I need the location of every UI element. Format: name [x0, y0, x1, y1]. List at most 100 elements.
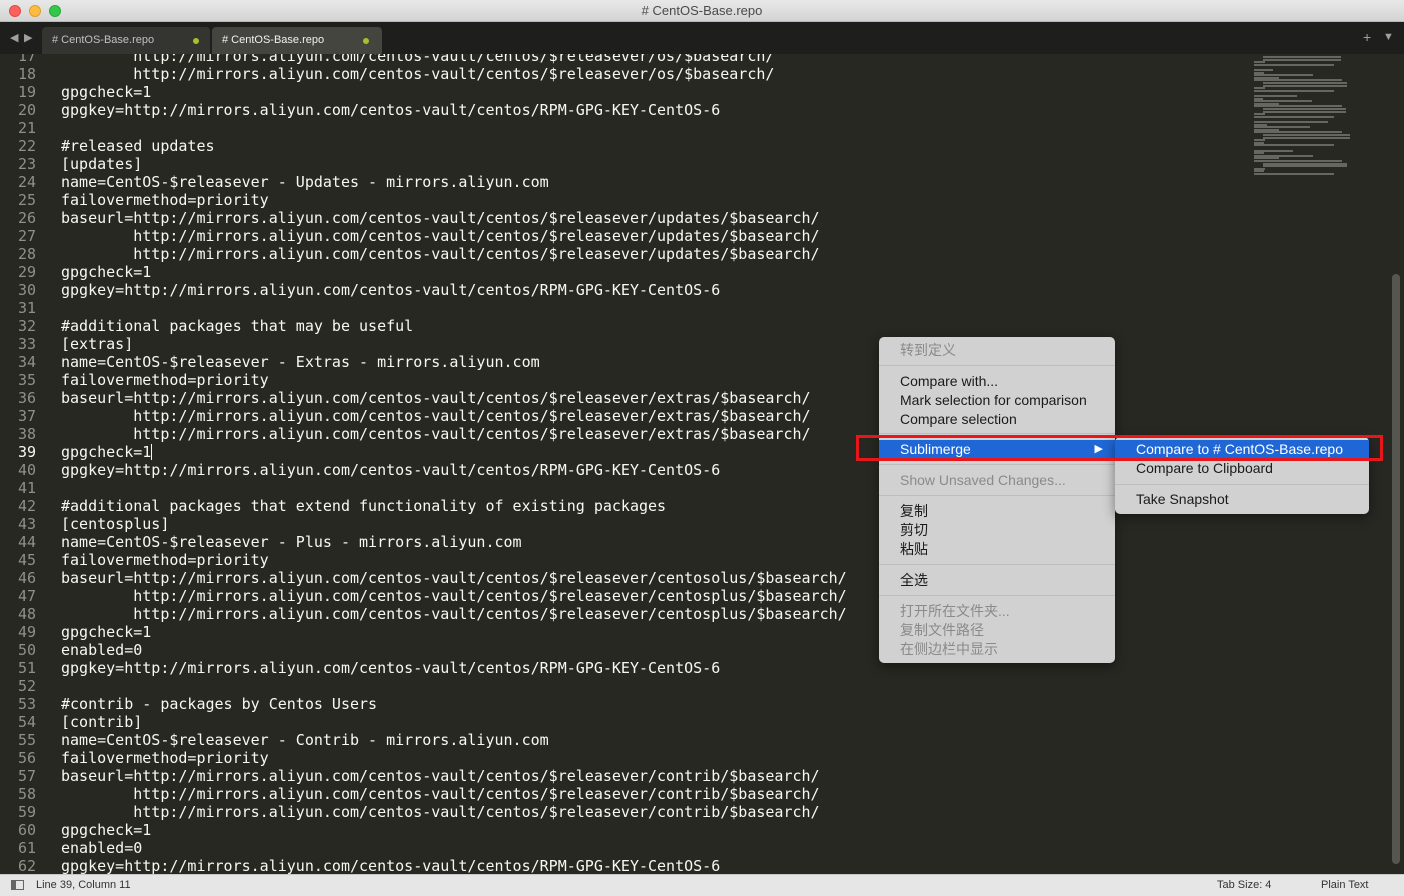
minimap[interactable] — [1254, 56, 1350, 182]
minimap-line — [1254, 173, 1334, 175]
menu-item-compare-clipboard[interactable]: Compare to Clipboard — [1115, 459, 1369, 478]
menu-separator — [879, 464, 1115, 465]
forward-arrow-icon[interactable]: ▶ — [24, 31, 32, 44]
menu-item-mark-selection[interactable]: Mark selection for comparison — [879, 391, 1115, 410]
tab-file-2-active[interactable]: # CentOS-Base.repo — [212, 27, 382, 54]
code-line[interactable]: 26 baseurl=http://mirrors.aliyun.com/cent… — [0, 209, 1250, 227]
new-tab-plus-icon[interactable]: + — [1363, 29, 1371, 45]
code-line[interactable]: 57 baseurl=http://mirrors.aliyun.com/cent… — [0, 767, 1250, 785]
line-number: 58 — [17, 785, 36, 803]
menu-item-select-all[interactable]: 全选 — [879, 571, 1115, 590]
line-text: http://mirrors.aliyun.com/centos-vault/c… — [61, 425, 811, 443]
code-line[interactable]: 23 [updates] — [0, 155, 1250, 173]
code-line[interactable]: 54 [contrib] — [0, 713, 1250, 731]
line-text: gpgcheck=1 — [61, 263, 152, 281]
line-number: 61 — [17, 839, 36, 857]
menu-item-compare-selection[interactable]: Compare selection — [879, 410, 1115, 429]
tab-label: # CentOS-Base.repo — [222, 34, 325, 46]
line-text: name=CentOS-$releasever - Contrib - mirr… — [61, 731, 549, 749]
code-line[interactable]: 58 http://mirrors.aliyun.com/centos-vaul… — [0, 785, 1250, 803]
code-line[interactable]: 31 — [0, 299, 1250, 317]
line-number: 59 — [17, 803, 36, 821]
code-line[interactable]: 18 http://mirrors.aliyun.com/centos-vaul… — [0, 65, 1250, 83]
code-line[interactable]: 60 gpgcheck=1 — [0, 821, 1250, 839]
menu-item-copy-path[interactable]: 复制文件路径 — [879, 621, 1115, 640]
line-text: baseurl=http://mirrors.aliyun.com/centos… — [61, 569, 847, 587]
code-line[interactable]: 59 http://mirrors.aliyun.com/centos-vaul… — [0, 803, 1250, 821]
line-text: failovermethod=priority — [61, 749, 269, 767]
line-number: 30 — [17, 281, 36, 299]
menu-item-cut[interactable]: 剪切 — [879, 521, 1115, 540]
line-text: http://mirrors.aliyun.com/centos-vault/c… — [61, 587, 847, 605]
line-number: 60 — [17, 821, 36, 839]
code-line[interactable]: 52 — [0, 677, 1250, 695]
line-text: #additional packages that may be useful — [61, 317, 414, 335]
code-line[interactable]: 19 gpgcheck=1 — [0, 83, 1250, 101]
line-number: 26 — [17, 209, 36, 227]
menu-separator — [879, 433, 1115, 434]
line-number: 41 — [17, 479, 36, 497]
line-text: failovermethod=priority — [61, 371, 269, 389]
line-number: 31 — [17, 299, 36, 317]
line-number: 19 — [17, 83, 36, 101]
menu-item-compare-with[interactable]: Compare with... — [879, 372, 1115, 391]
tab-file-1[interactable]: # CentOS-Base.repo — [42, 27, 210, 54]
code-line[interactable]: 53 #contrib - packages by Centos Users — [0, 695, 1250, 713]
vertical-scrollbar[interactable] — [1392, 274, 1400, 864]
sidebar-toggle-icon[interactable] — [11, 880, 24, 890]
code-line[interactable]: 55 name=CentOS-$releasever - Contrib - mi… — [0, 731, 1250, 749]
code-line[interactable]: 21 — [0, 119, 1250, 137]
code-line[interactable]: 61 enabled=0 — [0, 839, 1250, 857]
tab-list-chevron-icon[interactable]: ▼ — [1383, 31, 1394, 43]
code-line[interactable]: 29 gpgcheck=1 — [0, 263, 1250, 281]
line-number: 39 — [17, 443, 36, 461]
line-number: 44 — [17, 533, 36, 551]
minimap-line — [1263, 136, 1350, 139]
code-line[interactable]: 28 http://mirrors.aliyun.com/centos-vaul… — [0, 245, 1250, 263]
code-line[interactable]: 25 failovermethod=priority — [0, 191, 1250, 209]
line-number: 45 — [17, 551, 36, 569]
menu-item-take-snapshot[interactable]: Take Snapshot — [1115, 490, 1369, 509]
menu-item-reveal-sidebar[interactable]: 在侧边栏中显示 — [879, 640, 1115, 659]
menu-item-compare-to-file[interactable]: Compare to # CentOS-Base.repo — [1115, 440, 1369, 459]
tab-size-selector[interactable]: Tab Size: 4 — [1217, 879, 1271, 891]
code-line[interactable]: 56 failovermethod=priority — [0, 749, 1250, 767]
line-number: 24 — [17, 173, 36, 191]
line-number: 25 — [17, 191, 36, 209]
line-text: http://mirrors.aliyun.com/centos-vault/c… — [61, 407, 811, 425]
line-text: [contrib] — [61, 713, 143, 731]
menu-separator — [879, 495, 1115, 496]
line-text: gpgcheck=1 — [61, 83, 152, 101]
code-line[interactable]: 27 http://mirrors.aliyun.com/centos-vaul… — [0, 227, 1250, 245]
line-number: 51 — [17, 659, 36, 677]
menu-item-goto-definition[interactable]: 转到定义 — [879, 341, 1115, 360]
line-text: name=CentOS-$releasever - Extras - mirro… — [61, 353, 540, 371]
line-number: 42 — [17, 497, 36, 515]
line-number: 36 — [17, 389, 36, 407]
code-line[interactable]: 62 gpgkey=http://mirrors.aliyun.com/cento… — [0, 857, 1250, 874]
code-line[interactable]: 17 http://mirrors.aliyun.com/centos-vaul… — [0, 54, 1250, 65]
back-arrow-icon[interactable]: ◀ — [10, 31, 18, 44]
line-text: gpgcheck=1 — [61, 821, 152, 839]
code-line[interactable]: 32 #additional packages that may be usefu… — [0, 317, 1250, 335]
submenu-arrow-icon: ▶ — [1094, 443, 1103, 455]
line-text: baseurl=http://mirrors.aliyun.com/centos… — [61, 209, 820, 227]
menu-item-sublimerge[interactable]: Sublimerge ▶ — [879, 440, 1115, 459]
line-text: http://mirrors.aliyun.com/centos-vault/c… — [61, 54, 775, 65]
minimap-line — [1263, 84, 1347, 87]
line-number: 20 — [17, 101, 36, 119]
title-bar: # CentOS-Base.repo — [0, 0, 1404, 22]
code-line[interactable]: 30 gpgkey=http://mirrors.aliyun.com/cento… — [0, 281, 1250, 299]
menu-item-paste[interactable]: 粘贴 — [879, 540, 1115, 559]
syntax-selector[interactable]: Plain Text — [1321, 879, 1369, 891]
menu-item-open-folder[interactable]: 打开所在文件夹... — [879, 602, 1115, 621]
line-number: 32 — [17, 317, 36, 335]
menu-item-copy[interactable]: 复制 — [879, 502, 1115, 521]
code-line[interactable]: 20 gpgkey=http://mirrors.aliyun.com/cento… — [0, 101, 1250, 119]
line-number: 34 — [17, 353, 36, 371]
text-caret — [151, 444, 152, 460]
menu-item-show-unsaved[interactable]: Show Unsaved Changes... — [879, 471, 1115, 490]
unsaved-dot-icon — [193, 38, 199, 44]
code-line[interactable]: 24 name=CentOS-$releasever - Updates - mi… — [0, 173, 1250, 191]
code-line[interactable]: 22 #released updates — [0, 137, 1250, 155]
